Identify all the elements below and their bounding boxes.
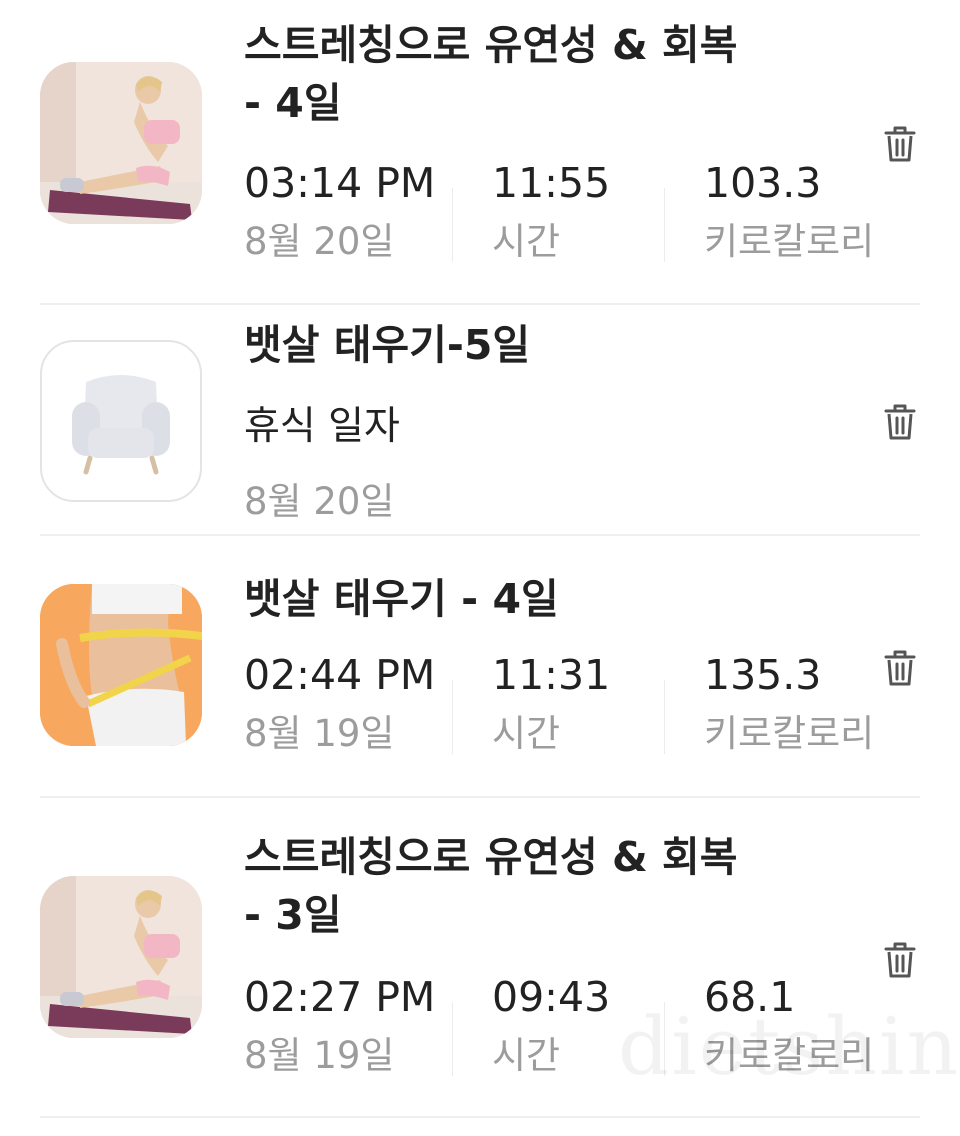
entry-divider xyxy=(40,1116,920,1118)
stretching-thumbnail xyxy=(40,62,202,224)
duration-label: 시간 xyxy=(492,1034,561,1077)
trash-icon[interactable] xyxy=(880,940,920,980)
column-divider xyxy=(664,1002,665,1076)
entry-title: 스트레칭으로 유연성 & 회복 - 3일 xyxy=(244,828,844,944)
column-divider xyxy=(452,1002,453,1076)
entry-duration: 09:43 xyxy=(492,973,611,1021)
entry-title-line-2: - 4일 xyxy=(244,79,342,127)
entry-status: 휴식 일자 xyxy=(244,404,400,449)
workout-entry-2[interactable]: 뱃살 태우기-5일 휴식 일자 8월 20일 xyxy=(0,304,960,534)
entry-title-line-1: 스트레칭으로 유연성 & 회복 xyxy=(244,21,738,69)
belly-fat-thumbnail xyxy=(40,584,202,746)
duration-label: 시간 xyxy=(492,220,561,263)
entry-date: 8월 20일 xyxy=(244,480,395,523)
entry-title-line-2: - 3일 xyxy=(244,891,342,939)
workout-entry-3[interactable]: 뱃살 태우기 - 4일 02:44 PM 8월 19일 11:31 시간 135… xyxy=(0,536,960,796)
column-divider xyxy=(452,188,453,262)
entry-title: 뱃살 태우기 - 4일 xyxy=(244,575,559,623)
column-divider xyxy=(664,188,665,262)
column-divider xyxy=(452,680,453,754)
entry-time: 02:27 PM xyxy=(244,973,436,1021)
calories-label: 키로칼로리 xyxy=(704,220,875,263)
column-divider xyxy=(664,680,665,754)
entry-title: 스트레칭으로 유연성 & 회복 - 4일 xyxy=(244,16,844,132)
entry-date: 8월 19일 xyxy=(244,1034,395,1077)
entry-duration: 11:55 xyxy=(492,159,611,207)
entry-title-line-1: 스트레칭으로 유연성 & 회복 xyxy=(244,833,738,881)
entry-title: 뱃살 태우기-5일 xyxy=(244,321,531,369)
entry-duration: 11:31 xyxy=(492,651,611,699)
trash-icon[interactable] xyxy=(880,124,920,164)
entry-date: 8월 19일 xyxy=(244,712,395,755)
entry-date: 8월 20일 xyxy=(244,220,395,263)
entry-time: 02:44 PM xyxy=(244,651,436,699)
entry-calories: 103.3 xyxy=(704,159,822,207)
trash-icon[interactable] xyxy=(880,648,920,688)
calories-label: 키로칼로리 xyxy=(704,712,875,755)
workout-entry-1[interactable]: 스트레칭으로 유연성 & 회복 - 4일 03:14 PM 8월 20일 11:… xyxy=(0,0,960,304)
trash-icon[interactable] xyxy=(880,402,920,442)
entry-calories: 68.1 xyxy=(704,973,796,1021)
calories-label: 키로칼로리 xyxy=(704,1034,875,1077)
duration-label: 시간 xyxy=(492,712,561,755)
workout-entry-4[interactable]: 스트레칭으로 유연성 & 회복 - 3일 02:27 PM 8월 19일 09:… xyxy=(0,798,960,1118)
stretching-thumbnail xyxy=(40,876,202,1038)
entry-calories: 135.3 xyxy=(704,651,822,699)
armchair-thumbnail xyxy=(40,340,202,502)
entry-time: 03:14 PM xyxy=(244,159,436,207)
